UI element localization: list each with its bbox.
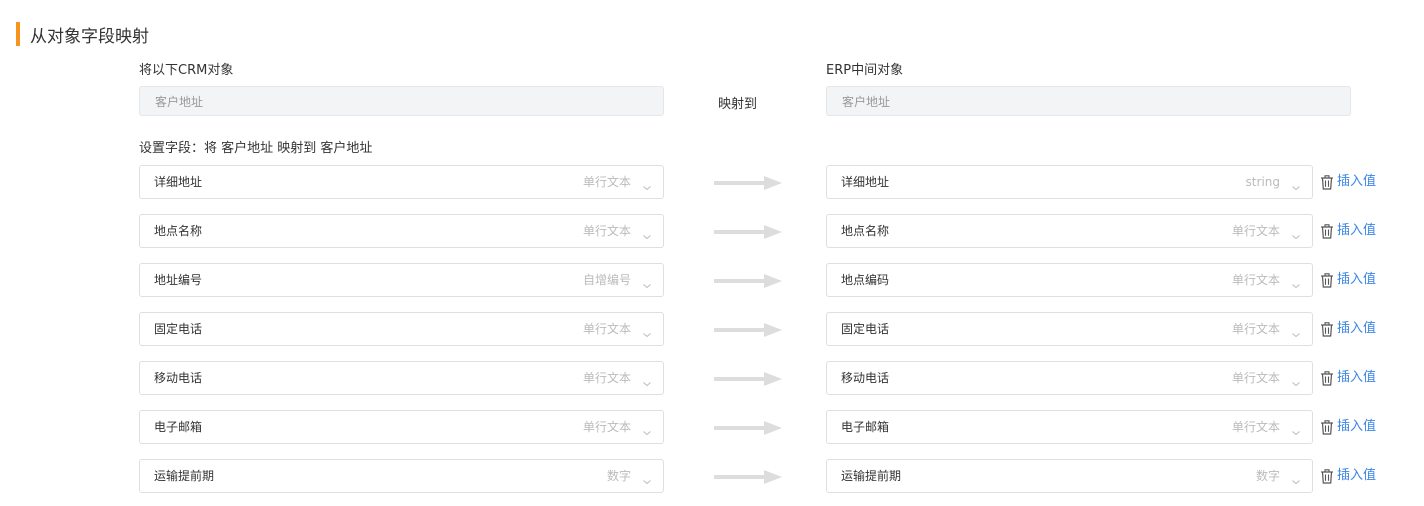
crm-field-value: 移动电话 (154, 371, 203, 385)
erp-field-select[interactable]: 电子邮箱 单行文本 (826, 410, 1313, 444)
erp-field-value: 固定电话 (841, 322, 890, 336)
erp-field-type: 单行文本 (1231, 420, 1280, 434)
chevron-down-icon (643, 226, 651, 240)
crm-field-value: 电子邮箱 (154, 420, 203, 434)
field-setting-label: 设置字段：将 客户地址 映射到 客户地址 (139, 141, 373, 156)
mapping-row: 运输提前期 数字 运输提前期 数字 插入值 (0, 459, 1424, 493)
section-title: 从对象字段映射 (30, 26, 149, 47)
crm-field-select[interactable]: 详细地址 单行文本 (139, 165, 664, 199)
mapping-row: 地址编号 自增编号 地点编码 单行文本 插入值 (0, 263, 1424, 297)
erp-field-type: 单行文本 (1231, 371, 1280, 385)
crm-field-value: 固定电话 (154, 322, 203, 336)
chevron-down-icon (643, 422, 651, 436)
erp-field-type: 单行文本 (1231, 322, 1280, 336)
chevron-down-icon (1292, 373, 1300, 387)
arrow-right-icon (714, 224, 782, 239)
crm-field-value: 运输提前期 (154, 469, 215, 483)
trash-icon[interactable] (1320, 371, 1334, 386)
insert-value-link[interactable]: 插入值 (1337, 312, 1376, 346)
erp-field-type: 单行文本 (1231, 273, 1280, 287)
arrow-right-icon (714, 420, 782, 435)
insert-value-link[interactable]: 插入值 (1337, 459, 1376, 493)
trash-icon[interactable] (1320, 420, 1334, 435)
insert-value-link[interactable]: 插入值 (1337, 214, 1376, 248)
erp-field-type: 数字 (1255, 469, 1280, 483)
erp-field-value: 电子邮箱 (841, 420, 890, 434)
crm-field-select[interactable]: 固定电话 单行文本 (139, 312, 664, 346)
insert-value-link[interactable]: 插入值 (1337, 263, 1376, 297)
trash-icon[interactable] (1320, 469, 1334, 484)
erp-field-select[interactable]: 移动电话 单行文本 (826, 361, 1313, 395)
source-object-label: 将以下CRM对象 (139, 63, 234, 78)
erp-field-value: 移动电话 (841, 371, 890, 385)
crm-field-select[interactable]: 运输提前期 数字 (139, 459, 664, 493)
trash-icon[interactable] (1320, 224, 1334, 239)
crm-field-type: 单行文本 (582, 322, 631, 336)
erp-field-value: 详细地址 (841, 175, 890, 189)
crm-field-type: 单行文本 (582, 371, 631, 385)
mapping-row: 详细地址 单行文本 详细地址 string 插入值 (0, 165, 1424, 199)
arrow-right-icon (714, 322, 782, 337)
chevron-down-icon (643, 275, 651, 289)
crm-field-select[interactable]: 电子邮箱 单行文本 (139, 410, 664, 444)
erp-field-select[interactable]: 固定电话 单行文本 (826, 312, 1313, 346)
crm-field-type: 自增编号 (582, 273, 631, 287)
crm-field-type: 单行文本 (582, 420, 631, 434)
chevron-down-icon (1292, 471, 1300, 485)
chevron-down-icon (1292, 324, 1300, 338)
crm-field-select[interactable]: 移动电话 单行文本 (139, 361, 664, 395)
crm-field-value: 地址编号 (154, 273, 203, 287)
crm-field-value: 地点名称 (154, 224, 203, 238)
source-object-field: 客户地址 (139, 86, 664, 116)
chevron-down-icon (1292, 275, 1300, 289)
erp-field-value: 运输提前期 (841, 469, 902, 483)
crm-field-type: 单行文本 (582, 175, 631, 189)
mapping-row: 移动电话 单行文本 移动电话 单行文本 插入值 (0, 361, 1424, 395)
arrow-right-icon (714, 175, 782, 190)
chevron-down-icon (1292, 177, 1300, 191)
chevron-down-icon (643, 177, 651, 191)
mapping-row: 地点名称 单行文本 地点名称 单行文本 插入值 (0, 214, 1424, 248)
crm-field-type: 数字 (606, 469, 631, 483)
section-header: 从对象字段映射 (16, 21, 149, 47)
trash-icon[interactable] (1320, 322, 1334, 337)
crm-field-value: 详细地址 (154, 175, 203, 189)
erp-field-select[interactable]: 运输提前期 数字 (826, 459, 1313, 493)
erp-field-select[interactable]: 详细地址 string (826, 165, 1313, 199)
mapping-row: 电子邮箱 单行文本 电子邮箱 单行文本 插入值 (0, 410, 1424, 444)
crm-field-select[interactable]: 地点名称 单行文本 (139, 214, 664, 248)
arrow-right-icon (714, 371, 782, 386)
mapping-row: 固定电话 单行文本 固定电话 单行文本 插入值 (0, 312, 1424, 346)
erp-field-select[interactable]: 地点名称 单行文本 (826, 214, 1313, 248)
insert-value-link[interactable]: 插入值 (1337, 165, 1376, 199)
erp-field-type: 单行文本 (1231, 224, 1280, 238)
trash-icon[interactable] (1320, 175, 1334, 190)
section-accent-bar (16, 22, 20, 46)
erp-field-value: 地点编码 (841, 273, 890, 287)
chevron-down-icon (1292, 422, 1300, 436)
arrow-right-icon (714, 469, 782, 484)
chevron-down-icon (1292, 226, 1300, 240)
chevron-down-icon (643, 471, 651, 485)
erp-field-type: string (1245, 175, 1280, 189)
crm-field-type: 单行文本 (582, 224, 631, 238)
chevron-down-icon (643, 324, 651, 338)
crm-field-select[interactable]: 地址编号 自增编号 (139, 263, 664, 297)
arrow-right-icon (714, 273, 782, 288)
chevron-down-icon (643, 373, 651, 387)
insert-value-link[interactable]: 插入值 (1337, 361, 1376, 395)
insert-value-link[interactable]: 插入值 (1337, 410, 1376, 444)
trash-icon[interactable] (1320, 273, 1334, 288)
erp-field-select[interactable]: 地点编码 单行文本 (826, 263, 1313, 297)
erp-field-value: 地点名称 (841, 224, 890, 238)
map-to-label: 映射到 (718, 97, 758, 112)
target-object-field: 客户地址 (826, 86, 1351, 116)
target-object-label: ERP中间对象 (826, 63, 904, 78)
